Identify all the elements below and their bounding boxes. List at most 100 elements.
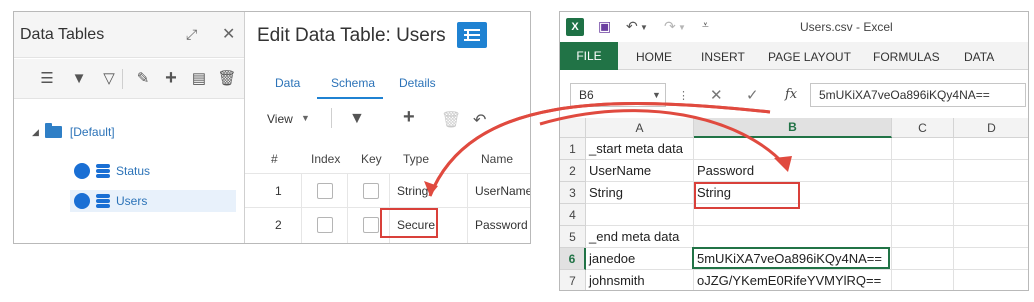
tree-item-label: Users <box>116 194 148 208</box>
window-title: Users.csv - Excel <box>800 20 893 34</box>
insert-function-icon[interactable]: fx <box>785 87 797 102</box>
customize-toolbar-icon[interactable]: ⩡ <box>702 18 709 33</box>
row-header[interactable]: 5 <box>560 226 586 248</box>
cell-d7[interactable] <box>954 270 1028 290</box>
cell-b5[interactable] <box>694 226 892 248</box>
chevron-down-icon[interactable]: ▼ <box>640 23 648 32</box>
row-header[interactable]: 6 <box>560 248 586 270</box>
cell-c2[interactable] <box>892 160 954 182</box>
key-checkbox[interactable] <box>363 217 379 233</box>
col-header-d[interactable]: D <box>954 118 1028 138</box>
col-header-b[interactable]: B <box>694 118 892 138</box>
redo-icon[interactable]: ↷ <box>664 18 676 35</box>
cell-c4[interactable] <box>892 204 954 226</box>
grid-line <box>301 173 302 243</box>
cell-d3[interactable] <box>954 182 1028 204</box>
row-header[interactable]: 7 <box>560 270 586 290</box>
row-number: 2 <box>275 218 282 232</box>
close-icon[interactable]: ✕ <box>222 24 235 44</box>
enter-check-icon[interactable]: ✓ <box>746 86 759 104</box>
save-icon[interactable]: ▣ <box>598 18 611 35</box>
col-header-c[interactable]: C <box>892 118 954 138</box>
formula-bar: B6 ▼ ⋮ ✕ ✓ fx 5mUKiXA7veOa896iKQy4NA== <box>560 83 1028 113</box>
tab-formulas[interactable]: FORMULAS <box>873 50 940 64</box>
index-checkbox[interactable] <box>317 217 333 233</box>
tab-data[interactable]: Data <box>275 76 300 90</box>
cell-c1[interactable] <box>892 138 954 160</box>
row-header[interactable]: 3 <box>560 182 586 204</box>
cell-d1[interactable] <box>954 138 1028 160</box>
select-all-corner[interactable] <box>560 118 586 138</box>
delete-column-icon[interactable]: 🗑 <box>441 110 461 130</box>
edit-pencil-icon[interactable]: ✎ <box>134 69 152 87</box>
chevron-down-icon[interactable]: ▼ <box>652 90 661 100</box>
tree-item-label: Status <box>116 164 151 178</box>
cell-a6[interactable]: janedoe <box>586 248 694 270</box>
table-settings-icon[interactable] <box>457 22 487 48</box>
row-number: 1 <box>275 184 282 198</box>
name-cell[interactable]: UserName <box>475 184 530 198</box>
grid-line <box>467 173 468 243</box>
cell-b1[interactable] <box>694 138 892 160</box>
row-header[interactable]: 1 <box>560 138 586 160</box>
key-checkbox[interactable] <box>363 183 379 199</box>
cell-a4[interactable] <box>586 204 694 226</box>
cell-d4[interactable] <box>954 204 1028 226</box>
tab-insert[interactable]: INSERT <box>701 50 745 64</box>
cell-d5[interactable] <box>954 226 1028 248</box>
cell-d6[interactable] <box>954 248 1028 270</box>
col-header-a[interactable]: A <box>586 118 694 138</box>
cell-c5[interactable] <box>892 226 954 248</box>
undo-icon[interactable]: ↶ <box>626 18 638 35</box>
col-header-number: # <box>271 152 278 166</box>
cell-b7[interactable]: oJZG/YKemE0RifeYVMYlRQ== <box>694 270 892 290</box>
col-header-type: Type <box>403 152 430 166</box>
delete-icon[interactable]: 🗑 <box>217 69 236 87</box>
chevron-down-icon[interactable]: ▼ <box>301 113 310 123</box>
formula-input[interactable]: 5mUKiXA7veOa896iKQy4NA== <box>810 83 1026 107</box>
tree-root-label: [Default] <box>69 125 115 139</box>
name-cell[interactable]: Password <box>475 218 528 232</box>
string-type-highlight <box>694 182 800 209</box>
tab-schema[interactable]: Schema <box>331 76 375 90</box>
add-icon[interactable]: + <box>162 67 180 89</box>
tree-item-users[interactable]: Users <box>70 190 236 212</box>
cell-a5[interactable]: _end meta data <box>586 226 694 248</box>
tree-item-status[interactable]: Status <box>70 160 236 182</box>
tree-root-default[interactable]: ◢ [Default] <box>32 123 115 141</box>
row-header[interactable]: 2 <box>560 160 586 182</box>
excel-title-bar: X ▣ ↶ ▼ ↷ ▼ ⩡ Users.csv - Excel <box>560 12 1028 42</box>
cell-a7[interactable]: johnsmith <box>586 270 694 290</box>
new-folder-icon[interactable]: ▤ <box>190 69 208 87</box>
file-tab[interactable]: FILE <box>560 42 618 70</box>
cell-c3[interactable] <box>892 182 954 204</box>
cell-b2[interactable]: Password <box>694 160 892 182</box>
cell-a1[interactable]: _start meta data <box>586 138 694 160</box>
add-column-icon[interactable]: + <box>403 106 415 129</box>
cell-c7[interactable] <box>892 270 954 290</box>
tab-data[interactable]: DATA <box>964 50 994 64</box>
index-checkbox[interactable] <box>317 183 333 199</box>
cell-c6[interactable] <box>892 248 954 270</box>
type-cell[interactable]: String <box>397 184 428 198</box>
filter-add-icon[interactable]: ▼ <box>70 69 88 87</box>
cell-a3[interactable]: String <box>586 182 694 204</box>
expand-icon[interactable]: ⤢ <box>186 26 197 43</box>
tab-page-layout[interactable]: PAGE LAYOUT <box>768 50 851 64</box>
excel-logo-icon: X <box>566 18 584 36</box>
collapse-caret-icon[interactable]: ◢ <box>32 127 39 138</box>
cancel-icon[interactable]: ✕ <box>710 86 723 104</box>
chevron-down-icon[interactable]: ▼ <box>678 23 686 32</box>
tab-home[interactable]: HOME <box>636 50 672 64</box>
filter-list-icon[interactable]: ▽ <box>100 69 118 87</box>
row-header[interactable]: 4 <box>560 204 586 226</box>
undo-icon[interactable]: ↶ <box>473 110 486 130</box>
cell-d2[interactable] <box>954 160 1028 182</box>
add-filter-icon[interactable]: ▼ <box>349 110 365 128</box>
data-tables-window: Data Tables ⤢ ✕ ☰ ▼ ▽ ✎ + ▤ 🗑 ◢ [Default… <box>13 11 531 244</box>
view-menu[interactable]: View <box>267 112 293 126</box>
tab-details[interactable]: Details <box>399 76 436 90</box>
list-icon[interactable]: ☰ <box>38 69 56 87</box>
cell-a2[interactable]: UserName <box>586 160 694 182</box>
schema-toolbar: View ▼ ▼ + 🗑 ↶ <box>245 104 530 134</box>
